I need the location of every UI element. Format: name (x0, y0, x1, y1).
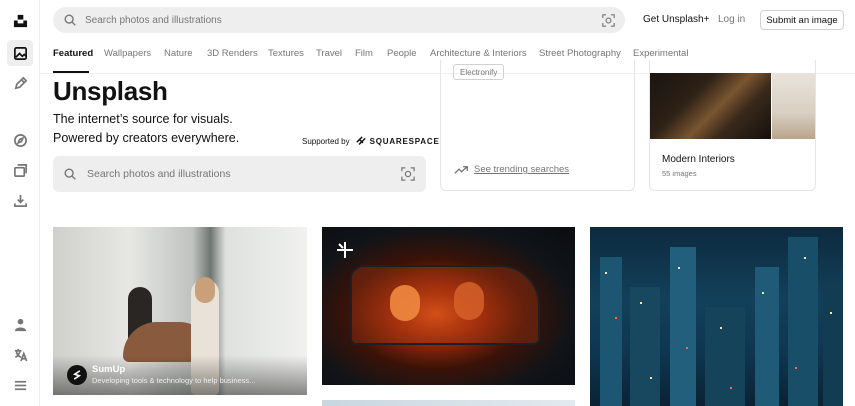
photo-light (830, 312, 832, 314)
photo-light (686, 347, 688, 349)
photo-light (650, 377, 652, 379)
tab-street-photography[interactable]: Street Photography (539, 48, 621, 59)
photo-city-night[interactable] (590, 227, 843, 406)
photo-building (630, 287, 660, 406)
squarespace-icon (356, 136, 366, 145)
supported-by[interactable]: Supported by SQUARESPACE (302, 135, 440, 147)
photo-light (720, 327, 722, 329)
photo-building (755, 267, 779, 406)
photo-light (678, 267, 680, 269)
tab-3d-renders[interactable]: 3D Renders (207, 48, 258, 59)
photo-light (762, 292, 764, 294)
collection-image-side (772, 73, 815, 139)
header-search-bar[interactable]: Search photos and illustrations (53, 7, 625, 33)
collection-count: 55 images (662, 169, 697, 178)
download-icon[interactable] (7, 187, 33, 213)
hero-subtagline: Powered by creators everywhere. (53, 131, 240, 145)
header-search-input[interactable]: Search photos and illustrations (85, 15, 602, 26)
photo-car-window (350, 265, 540, 345)
collection-title: Modern Interiors (662, 154, 735, 165)
hero-search-bar[interactable]: Search photos and illustrations (53, 156, 426, 192)
hero-tagline: The internet’s source for visuals. (53, 112, 233, 126)
unsplash-logo-icon[interactable] (7, 7, 33, 33)
search-icon (64, 14, 76, 26)
tab-experimental[interactable]: Experimental (633, 48, 688, 59)
photo-building (823, 282, 843, 406)
photo-car-night[interactable] (322, 227, 575, 385)
photo-next-preview[interactable] (322, 400, 575, 406)
collections-icon[interactable] (7, 157, 33, 183)
photo-figure (390, 285, 420, 321)
photo-figure (454, 282, 484, 320)
sponsor-info[interactable]: SumUp Developing tools & technology to h… (67, 364, 255, 385)
language-icon[interactable] (7, 341, 33, 367)
trending-up-icon (454, 165, 468, 174)
menu-icon[interactable] (7, 372, 33, 398)
photos-icon[interactable] (7, 40, 33, 66)
tab-people[interactable]: People (387, 48, 417, 59)
left-rail (0, 0, 40, 406)
visual-search-icon[interactable] (401, 167, 415, 181)
sponsor-name: SumUp (92, 364, 126, 375)
sumup-logo-icon (72, 369, 82, 380)
search-icon (64, 168, 76, 180)
see-trending-label: See trending searches (474, 164, 570, 175)
brand-plus-icon (337, 242, 353, 258)
top-header: Search photos and illustrations Get Unsp… (40, 0, 855, 40)
see-trending-link[interactable]: See trending searches (454, 164, 569, 175)
photo-light (804, 257, 806, 259)
supported-by-label: Supported by (302, 136, 350, 146)
tab-wallpapers[interactable]: Wallpapers (104, 48, 151, 59)
tab-film[interactable]: Film (355, 48, 373, 59)
squarespace-wordmark: SQUARESPACE (369, 136, 440, 146)
sumup-avatar (67, 364, 87, 385)
login-link[interactable]: Log in (718, 14, 745, 25)
tab-textures[interactable]: Textures (268, 48, 304, 59)
account-icon[interactable] (7, 311, 33, 337)
trending-searches-card: Electronify See trending searches (440, 60, 635, 191)
trending-chip[interactable]: Electronify (453, 64, 505, 80)
active-tab-indicator (53, 71, 89, 73)
collection-image-main (650, 73, 771, 139)
photo-light (640, 302, 642, 304)
get-unsplash-plus-link[interactable]: Get Unsplash+ (643, 14, 709, 25)
explore-compass-icon[interactable] (7, 127, 33, 153)
tab-featured[interactable]: Featured (53, 48, 93, 59)
visual-search-icon[interactable] (602, 13, 615, 27)
hero-search-input[interactable]: Search photos and illustrations (87, 168, 401, 180)
photo-light (615, 317, 617, 319)
page-title: Unsplash (53, 76, 168, 106)
photo-building (788, 237, 818, 406)
photo-light (795, 367, 797, 369)
photo-building (705, 307, 745, 406)
photo-figure-head (195, 277, 215, 303)
photo-building (600, 257, 622, 406)
photo-building (670, 247, 696, 406)
tab-travel[interactable]: Travel (316, 48, 342, 59)
submit-image-button[interactable]: Submit an image (760, 10, 844, 30)
collection-card[interactable]: Modern Interiors 55 images (649, 60, 816, 191)
photo-light (730, 387, 732, 389)
illustrations-pen-icon[interactable] (7, 70, 33, 96)
photo-light (605, 272, 607, 274)
tab-nature[interactable]: Nature (164, 48, 193, 59)
squarespace-logo: SQUARESPACE (355, 135, 440, 147)
sponsor-description: Developing tools & technology to help bu… (92, 376, 256, 385)
tab-architecture-interiors[interactable]: Architecture & Interiors (430, 48, 527, 59)
photo-office-sponsored[interactable]: SumUp Developing tools & technology to h… (53, 227, 307, 395)
